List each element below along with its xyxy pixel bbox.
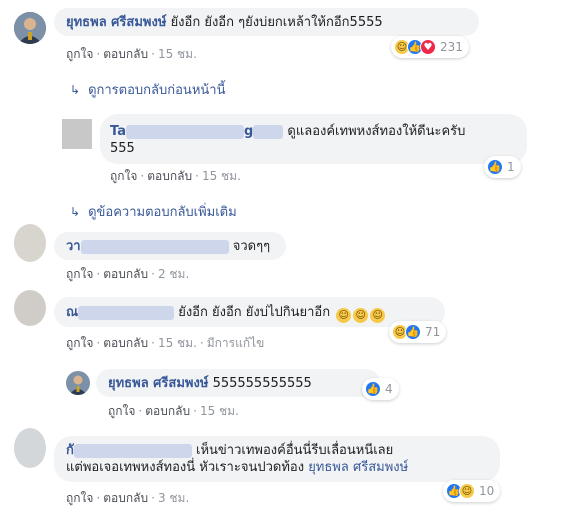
reaction-count: 1 [507,160,515,174]
redacted-name [253,124,284,139]
comment-line-2: แต่พอเจอเทพหงส์ทองนี่ หัวเราะจนปวดท้อง ย… [66,459,408,476]
reaction-summary[interactable]: ☺ 👍 ♥ 231 [391,36,469,58]
view-more-replies[interactable]: ↳ ดูข้อความตอบกลับเพิ่มเติม [70,204,237,221]
comment-line: ณ ยังอีก ยังอีก ยังบ่ไปกินยาอีก ☺ ☺ ☺ [66,304,386,323]
reaction-summary[interactable]: 👍 4 [362,378,399,400]
comment-author[interactable]: วา [66,239,81,254]
reaction-summary[interactable]: 👍 ☺ 10 [443,480,501,502]
timestamp[interactable]: 15 ชม. [158,47,197,61]
haha-reaction-icon: ☺ [459,483,475,499]
like-link[interactable]: ถูกใจ [108,404,135,418]
mention-link[interactable]: ยุทธพล ศรีสมพงษ์ [308,460,408,475]
timestamp[interactable]: 3 ชม. [158,491,189,505]
edited-label[interactable]: มีการแก้ไข [207,336,265,350]
comment-actions: ถูกใจ · ตอบกลับ · 3 ชม. [66,491,190,505]
reply-text: 555555555555 [212,376,312,391]
reply-author[interactable]: ยุทธพล ศรีสมพงษ์ [108,376,208,391]
redacted-name [73,443,192,458]
timestamp[interactable]: 15 ชม. [200,404,239,418]
avatar[interactable] [14,428,46,468]
timestamp[interactable]: 15 ชม. [202,169,241,183]
laughing-emoji-icon: ☺ [353,308,369,323]
reply-line-2: 555 [110,140,135,157]
reply-actions: ถูกใจ · ตอบกลับ · 15 ชม. [108,404,239,418]
laughing-emoji-icon: ☺ [336,308,352,323]
reaction-summary[interactable]: ☺ 👍 71 [389,321,447,343]
reply-actions: ถูกใจ · ตอบกลับ · 15 ชม. [110,169,241,183]
reply-line: ยุทธพล ศรีสมพงษ์ 555555555555 [108,375,312,392]
like-reaction-icon: 👍 [487,159,503,175]
like-link[interactable]: ถูกใจ [66,47,93,61]
reply-link[interactable]: ตอบกลับ [103,491,148,505]
reaction-count: 4 [385,382,393,396]
avatar[interactable] [66,371,90,395]
reaction-count: 231 [440,40,463,54]
avatar[interactable] [14,290,46,326]
timestamp[interactable]: 2 ชม. [158,267,189,281]
profile-photo [66,371,90,395]
comment-text: จวดๆๆ [232,239,271,254]
reply-link[interactable]: ตอบกลับ [103,267,148,281]
reply-link[interactable]: ตอบกลับ [145,404,190,418]
comment-line: ยุทธพล ศรีสมพงษ์ ยังอีก ยังอีก ๆยังบ่ยกเ… [66,14,383,31]
comment-actions: ถูกใจ · ตอบกลับ · 15 ชม. [66,47,197,61]
like-link[interactable]: ถูกใจ [66,491,93,505]
view-previous-replies[interactable]: ↳ ดูการตอบกลับก่อนหน้านี้ [70,82,225,99]
reply-link[interactable]: ตอบกลับ [147,169,192,183]
comment-text: ยังอีก ยังอีก ยังบ่ไปกินยาอีก [178,305,331,320]
avatar[interactable] [62,119,92,149]
reply-text-cont: 555 [110,141,135,156]
reaction-summary[interactable]: 👍 1 [484,156,521,178]
comment-actions: ถูกใจ · ตอบกลับ · 2 ชม. [66,267,190,281]
laughing-emoji-icon: ☺ [370,308,386,323]
like-link[interactable]: ถูกใจ [66,336,93,350]
comment-line: วา จวดๆๆ [66,238,270,255]
comment-text: เห็นข่าวเทพองค์อื่นนี่รีบเลื่อนหนีเลย [196,443,394,458]
reaction-count: 71 [425,325,441,339]
reaction-count: 10 [479,484,495,498]
view-previous-label: ดูการตอบกลับก่อนหน้านี้ [88,83,226,98]
avatar[interactable] [14,224,46,262]
view-more-label: ดูข้อความตอบกลับเพิ่มเติม [88,205,237,220]
comment-author[interactable]: กั [66,443,74,458]
profile-photo [14,12,46,44]
comment-text-cont: แต่พอเจอเทพหงส์ทองนี่ หัวเราะจนปวดท้อง [66,460,305,475]
timestamp[interactable]: 15 ชม. [158,336,197,350]
redacted-name [80,239,229,254]
reply-text: ดูแลองค์เทพหงส์ทองให้ดีนะครับ [287,124,466,139]
reply-author-end[interactable]: g [244,124,253,139]
redacted-name [125,124,244,139]
reply-link[interactable]: ตอบกลับ [103,336,148,350]
like-reaction-icon: 👍 [365,381,381,397]
comment-author[interactable]: ณ [66,305,78,320]
comment-actions: ถูกใจ · ตอบกลับ · 15 ชม. · มีการแก้ไข [66,336,265,350]
avatar[interactable] [14,12,46,44]
like-link[interactable]: ถูกใจ [66,267,93,281]
reply-author[interactable]: Ta [110,124,126,139]
reply-arrow-icon: ↳ [70,205,81,219]
comment-author[interactable]: ยุทธพล ศรีสมพงษ์ [66,15,166,30]
love-reaction-icon: ♥ [420,39,436,55]
reply-line-1: Ta g ดูแลองค์เทพหงส์ทองให้ดีนะครับ [110,123,465,140]
redacted-name [78,305,175,320]
reply-link[interactable]: ตอบกลับ [103,47,148,61]
like-reaction-icon: 👍 [405,324,421,340]
comment-line-1: กั เห็นข่าวเทพองค์อื่นนี่รีบเลื่อนหนีเลย [66,442,393,459]
comment-text: ยังอีก ยังอีก ๆยังบ่ยกเหล้าให้กอีก5555 [170,15,383,30]
like-link[interactable]: ถูกใจ [110,169,137,183]
reply-arrow-icon: ↳ [70,83,81,97]
